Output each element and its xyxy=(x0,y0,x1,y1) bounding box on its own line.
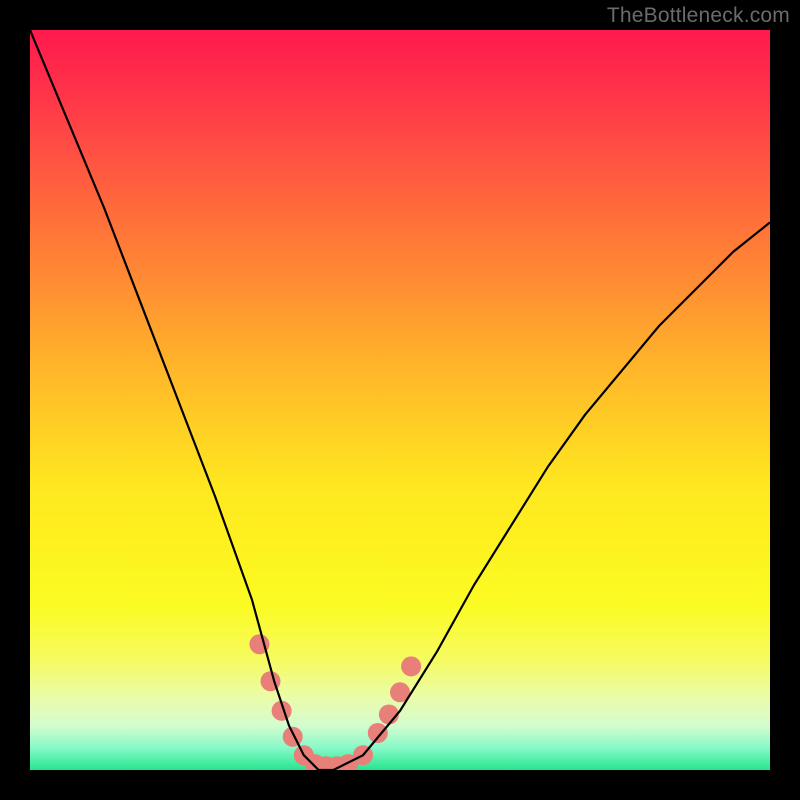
valley-marker xyxy=(368,723,388,743)
chart-svg xyxy=(30,30,770,770)
bottleneck-curve xyxy=(30,30,770,770)
valley-marker xyxy=(283,727,303,747)
watermark-text: TheBottleneck.com xyxy=(607,4,790,28)
valley-marker xyxy=(401,656,421,676)
valley-markers xyxy=(249,634,421,770)
plot-area xyxy=(30,30,770,770)
